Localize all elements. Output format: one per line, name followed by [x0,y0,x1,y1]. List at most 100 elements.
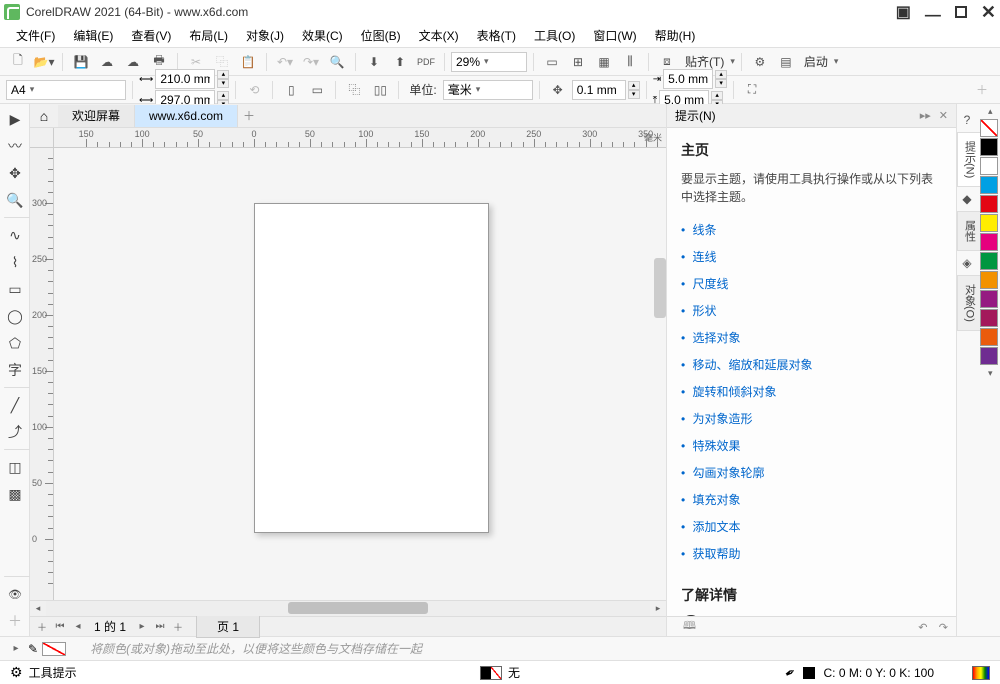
parallel-dim-tool[interactable]: ╱ [2,392,28,418]
scroll-left[interactable]: ◂ [30,601,46,615]
add-toolbar-icon[interactable]: ＋ [970,79,994,101]
menu-text[interactable]: 文本(X) [411,25,467,46]
color-swatch[interactable] [980,290,998,308]
color-swatch[interactable] [980,309,998,327]
minimize-button[interactable]: — [925,7,941,25]
topic-link[interactable]: 连线 [681,243,942,270]
polygon-tool[interactable]: ⬠ [2,330,28,356]
color-row-arrow[interactable]: ▸ [8,641,24,657]
search-icon[interactable]: 🔍 [325,51,349,73]
palette-down[interactable]: ▾ [980,366,1000,381]
page-tab-1[interactable]: 页 1 [196,615,260,638]
vertical-ruler[interactable]: 300250200150100500 [30,148,54,600]
landscape-button[interactable]: ▭ [305,79,329,101]
topic-link[interactable]: 尺度线 [681,270,942,297]
add-tool[interactable]: ＋ [2,608,28,634]
autofit-icon[interactable]: ⟲ [242,79,266,101]
topic-link[interactable]: 选择对象 [681,324,942,351]
nudge-input[interactable] [572,80,626,100]
grid-icon[interactable]: ▦ [592,51,616,73]
artistic-media-tool[interactable]: ⌇ [2,249,28,275]
palette-icon[interactable] [972,666,990,680]
close-button[interactable]: ✕ [981,2,996,23]
topic-link[interactable]: 获取帮助 [681,540,942,567]
fullscreen-icon[interactable]: ▭ [540,51,564,73]
topic-link[interactable]: 为对象造形 [681,405,942,432]
panel-close-icon[interactable]: ✕ [939,109,948,122]
color-swatch[interactable] [980,195,998,213]
shape-tool[interactable]: 〰 [2,133,28,159]
h-scroll-thumb[interactable] [288,602,428,614]
bleed-icon[interactable]: ⛶ [740,79,764,101]
v-scroll-thumb[interactable] [654,258,666,318]
rulers-icon[interactable]: ⊞ [566,51,590,73]
account-icon[interactable]: ▣ [896,2,911,22]
menu-view[interactable]: 查看(V) [123,25,179,46]
color-swatch[interactable] [980,328,998,346]
page-size-dropdown[interactable]: A4 [6,80,126,100]
dup-x-input[interactable] [663,69,713,89]
undo-button[interactable]: ↶▾ [273,51,297,73]
redo-button[interactable]: ↷▾ [299,51,323,73]
height-up[interactable]: ▴ [217,91,229,100]
home-button[interactable]: ⌂ [30,105,58,127]
color-swatch[interactable] [980,157,998,175]
menu-bitmap[interactable]: 位图(B) [353,25,409,46]
tab-welcome[interactable]: 欢迎屏幕 [58,105,135,127]
options-button[interactable]: ⚙ [748,51,772,73]
outline-pen-icon[interactable]: ✒ [781,663,798,682]
new-button[interactable]: 🗋 [6,51,30,73]
color-swatch[interactable] [980,176,998,194]
publish-pdf-button[interactable]: PDF [414,51,438,73]
hints-fwd-icon[interactable]: ↷ [939,622,948,634]
dupy-up[interactable]: ▴ [711,91,723,100]
topic-link[interactable]: 填充对象 [681,486,942,513]
scroll-right[interactable]: ▸ [650,601,666,615]
cloud-down-icon[interactable]: ☁ [95,51,119,73]
drop-shadow-tool[interactable]: ◫ [2,454,28,480]
color-swatch[interactable] [980,252,998,270]
docker-tab-properties[interactable]: 属性 [957,211,980,251]
add-page-after[interactable]: ＋ [170,619,186,635]
menu-tools[interactable]: 工具(O) [526,25,583,46]
ellipse-tool[interactable]: ◯ [2,303,28,329]
launch-label[interactable]: 启动 [800,53,832,70]
zoom-tool[interactable]: 🔍 [2,187,28,213]
units-dropdown[interactable]: 毫米 [443,80,533,100]
add-tab-button[interactable]: ＋ [238,105,260,127]
menu-layout[interactable]: 布局(L) [181,25,236,46]
menu-table[interactable]: 表格(T) [469,25,524,46]
gear-icon[interactable]: ⚙ [10,664,23,681]
docker-tab-hints[interactable]: 提示(N) [957,132,980,187]
current-page-icon[interactable]: ▯▯ [368,79,392,101]
crop-tool[interactable]: ✥ [2,160,28,186]
menu-window[interactable]: 窗口(W) [585,25,644,46]
hints-book-icon[interactable]: 🕮 [683,617,696,636]
panel-collapse-icon[interactable]: ▸▸ [920,109,931,122]
palette-up[interactable]: ▴ [980,104,1000,119]
color-swatch[interactable] [980,214,998,232]
zoom-dropdown[interactable]: 29% [451,52,527,72]
page-width-input[interactable] [155,69,215,89]
rectangle-tool[interactable]: ▭ [2,276,28,302]
fill-indicator[interactable] [480,666,502,680]
width-up[interactable]: ▴ [217,70,229,79]
menu-file[interactable]: 文件(F) [8,25,63,46]
color-swatch[interactable] [980,119,998,137]
topic-link[interactable]: 移动、缩放和延展对象 [681,351,942,378]
next-page[interactable]: ▸ [134,619,150,635]
menu-help[interactable]: 帮助(H) [647,25,704,46]
menu-object[interactable]: 对象(J) [238,25,292,46]
all-pages-icon[interactable]: ⿻ [342,79,366,101]
topic-link[interactable]: 旋转和倾斜对象 [681,378,942,405]
rail-prop-icon[interactable]: ◆ [957,187,977,211]
dupx-up[interactable]: ▴ [715,70,727,79]
paste-button[interactable]: 📋 [236,51,260,73]
rail-help-icon[interactable]: ? [957,108,977,132]
prev-page[interactable]: ◂ [70,619,86,635]
guides-icon[interactable]: ⫼ [618,51,642,73]
color-swatch[interactable] [980,271,998,289]
connector-tool[interactable]: ⤴ [2,419,28,445]
outline-swatch[interactable] [803,667,815,679]
docker-tab-objects[interactable]: 对象(O) [957,275,980,331]
